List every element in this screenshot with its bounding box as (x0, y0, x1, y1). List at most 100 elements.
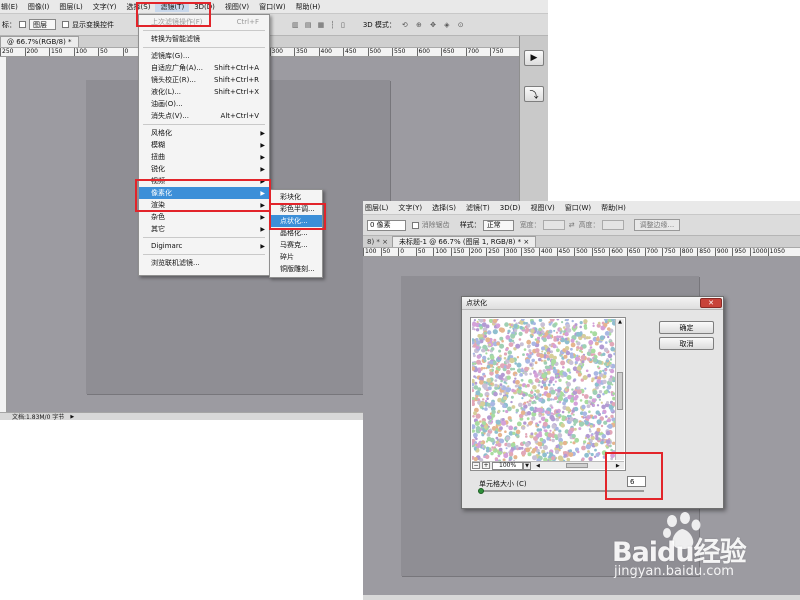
auto-select-checkbox[interactable] (19, 21, 26, 28)
filter-menu-item[interactable]: Digimarc ▶ (139, 240, 269, 252)
style-select[interactable]: 正常 (482, 219, 514, 231)
height-input[interactable] (601, 220, 624, 230)
preview-horizontal-scrollbar[interactable]: − + 100% ▼ ◀ ▶ (472, 461, 624, 470)
filter-menu-item[interactable]: 其它 ▶ (139, 223, 269, 235)
show-transform-label: 显示变换控件 (72, 20, 114, 29)
document-tab[interactable]: @ 66.7%(RGB/8) * (0, 36, 79, 47)
cancel-button[interactable]: 取消 (659, 337, 714, 350)
pointillize-dot (595, 452, 600, 457)
pixelate-submenu-item[interactable]: 铜版雕刻... (270, 263, 322, 275)
pointillize-dot (566, 414, 570, 418)
menu-separator (143, 30, 265, 31)
menu-type[interactable]: 文字(Y) (88, 2, 122, 12)
scroll-thumb-h[interactable] (565, 463, 588, 468)
pointillize-dot (505, 436, 510, 441)
r-menu-window[interactable]: 窗口(W) (560, 203, 596, 213)
pointillize-dot (551, 358, 557, 365)
r-menu-view[interactable]: 视图(V) (525, 203, 559, 213)
prev-tab-fragment[interactable]: 8) * × (363, 238, 392, 246)
filter-menu-item[interactable]: 模糊 ▶ (139, 139, 269, 151)
show-transform-checkbox[interactable] (62, 21, 69, 28)
filter-menu-item[interactable]: 转换为智能滤镜 (139, 33, 269, 45)
history-panel-icon[interactable]: ⤵ (524, 86, 544, 102)
pointillize-dot (546, 357, 550, 361)
menu-select[interactable]: 选择(S) (122, 2, 156, 12)
menu-3d[interactable]: 3D(D) (189, 3, 220, 11)
pointillize-dot (483, 455, 486, 459)
pointillize-dot (601, 434, 607, 439)
layer-select-dropdown[interactable]: 图层 (29, 19, 56, 30)
zoom-level-field[interactable]: 100% (492, 461, 524, 470)
filter-menu-item[interactable]: 扭曲 ▶ (139, 151, 269, 163)
status-arrow-icon[interactable]: ▶ (70, 414, 74, 420)
play-icon[interactable]: ▶ (524, 50, 544, 66)
anti-alias-checkbox[interactable] (411, 221, 419, 229)
dialog-close-button[interactable]: ✕ (700, 298, 722, 308)
r-menu-layer[interactable]: 图层(L) (363, 203, 393, 213)
3d-mode-icons[interactable]: ⟲ ⊕ ✥ ◈ ⊙ (402, 21, 467, 29)
pointillize-dot (499, 354, 502, 358)
menu-edit[interactable]: 辑(E) (0, 2, 23, 12)
pointillize-dot (559, 328, 563, 331)
pointillize-dot (552, 431, 555, 434)
cell-size-slider-thumb[interactable] (478, 488, 484, 494)
menu-layer[interactable]: 图层(L) (54, 2, 87, 12)
refine-edge-button[interactable]: 调整边缘... (633, 219, 681, 231)
scroll-thumb-v[interactable] (617, 372, 623, 410)
r-menu-select[interactable]: 选择(S) (427, 203, 461, 213)
filter-menu-item[interactable]: 像素化 ▶ (139, 187, 269, 199)
filter-menu-item[interactable]: 液化(L)... Shift+Ctrl+X (139, 86, 269, 98)
pointillize-dot (576, 341, 581, 346)
menu-view[interactable]: 视图(V) (220, 2, 254, 12)
ok-button[interactable]: 确定 (659, 321, 714, 334)
menu-window[interactable]: 窗口(W) (254, 2, 290, 12)
pointillize-dot (591, 377, 595, 381)
filter-menu-item[interactable]: 消失点(V)... Alt+Ctrl+V (139, 110, 269, 122)
menu-help[interactable]: 帮助(H) (291, 2, 326, 12)
pixelate-submenu-item[interactable]: 点状化... (270, 215, 322, 227)
pixelate-submenu-item[interactable]: 彩块化 (270, 191, 322, 203)
r-menu-type[interactable]: 文字(Y) (393, 203, 427, 213)
filter-menu-item[interactable]: 油画(O)... (139, 98, 269, 110)
pixelate-submenu-item[interactable]: 彩色半调... (270, 203, 322, 215)
active-document-tab[interactable]: 未标题-1 @ 66.7% (图层 1, RGB/8) * × (392, 236, 537, 247)
swap-icon[interactable]: ⇄ (569, 221, 575, 229)
filter-menu-item[interactable]: 镜头校正(R)... Shift+Ctrl+R (139, 74, 269, 86)
filter-menu-item[interactable]: 浏览联机滤镜... (139, 257, 269, 269)
preview-vertical-scrollbar[interactable]: ▲ (615, 319, 624, 460)
menu-image[interactable]: 图像(I) (23, 2, 55, 12)
pointillize-dot (529, 363, 533, 366)
menu-separator (143, 237, 265, 238)
zoom-out-button[interactable]: − (472, 462, 480, 469)
filter-menu-item[interactable]: 自适应广角(A)... Shift+Ctrl+A (139, 62, 269, 74)
pixelate-submenu-item[interactable]: 晶格化... (270, 227, 322, 239)
pointillize-dot (544, 410, 549, 414)
filter-menu-item[interactable]: 视频 ▶ (139, 175, 269, 187)
menu-filter[interactable]: 滤镜(T) (155, 1, 190, 12)
pixelate-submenu-item[interactable]: 碎片 (270, 251, 322, 263)
cell-size-input[interactable]: 6 (627, 476, 646, 487)
zoom-dropdown-icon[interactable]: ▼ (523, 461, 532, 470)
width-input[interactable] (542, 220, 565, 230)
filter-menu-item[interactable]: 风格化 ▶ (139, 127, 269, 139)
scroll-right-icon[interactable]: ▶ (616, 463, 620, 469)
scroll-left-icon[interactable]: ◀ (536, 463, 540, 469)
r-menu-3d[interactable]: 3D(D) (495, 204, 526, 212)
r-menu-help[interactable]: 帮助(H) (596, 203, 631, 213)
pointillize-dot (598, 371, 602, 375)
filter-menu-item[interactable]: 渲染 ▶ (139, 199, 269, 211)
pointillize-dot (538, 420, 542, 424)
pixelate-submenu-item[interactable]: 马赛克... (270, 239, 322, 251)
pointillize-dot (536, 423, 540, 427)
pointillize-dot (516, 362, 522, 368)
align-icons[interactable]: ▥ ▤ ▦ ┆ ▯ (292, 21, 347, 29)
zoom-in-button[interactable]: + (482, 462, 490, 469)
scroll-up-icon[interactable]: ▲ (616, 319, 624, 327)
filter-menu-item[interactable]: 杂色 ▶ (139, 211, 269, 223)
cell-size-slider-track[interactable] (479, 490, 644, 492)
feather-input[interactable]: 0 像素 (367, 219, 406, 231)
filter-menu-item[interactable]: 滤镜库(G)... (139, 50, 269, 62)
r-menu-filter[interactable]: 滤镜(T) (461, 203, 495, 213)
filter-menu-item[interactable]: 上次滤镜操作(F) Ctrl+F (139, 16, 269, 28)
filter-menu-item[interactable]: 锐化 ▶ (139, 163, 269, 175)
